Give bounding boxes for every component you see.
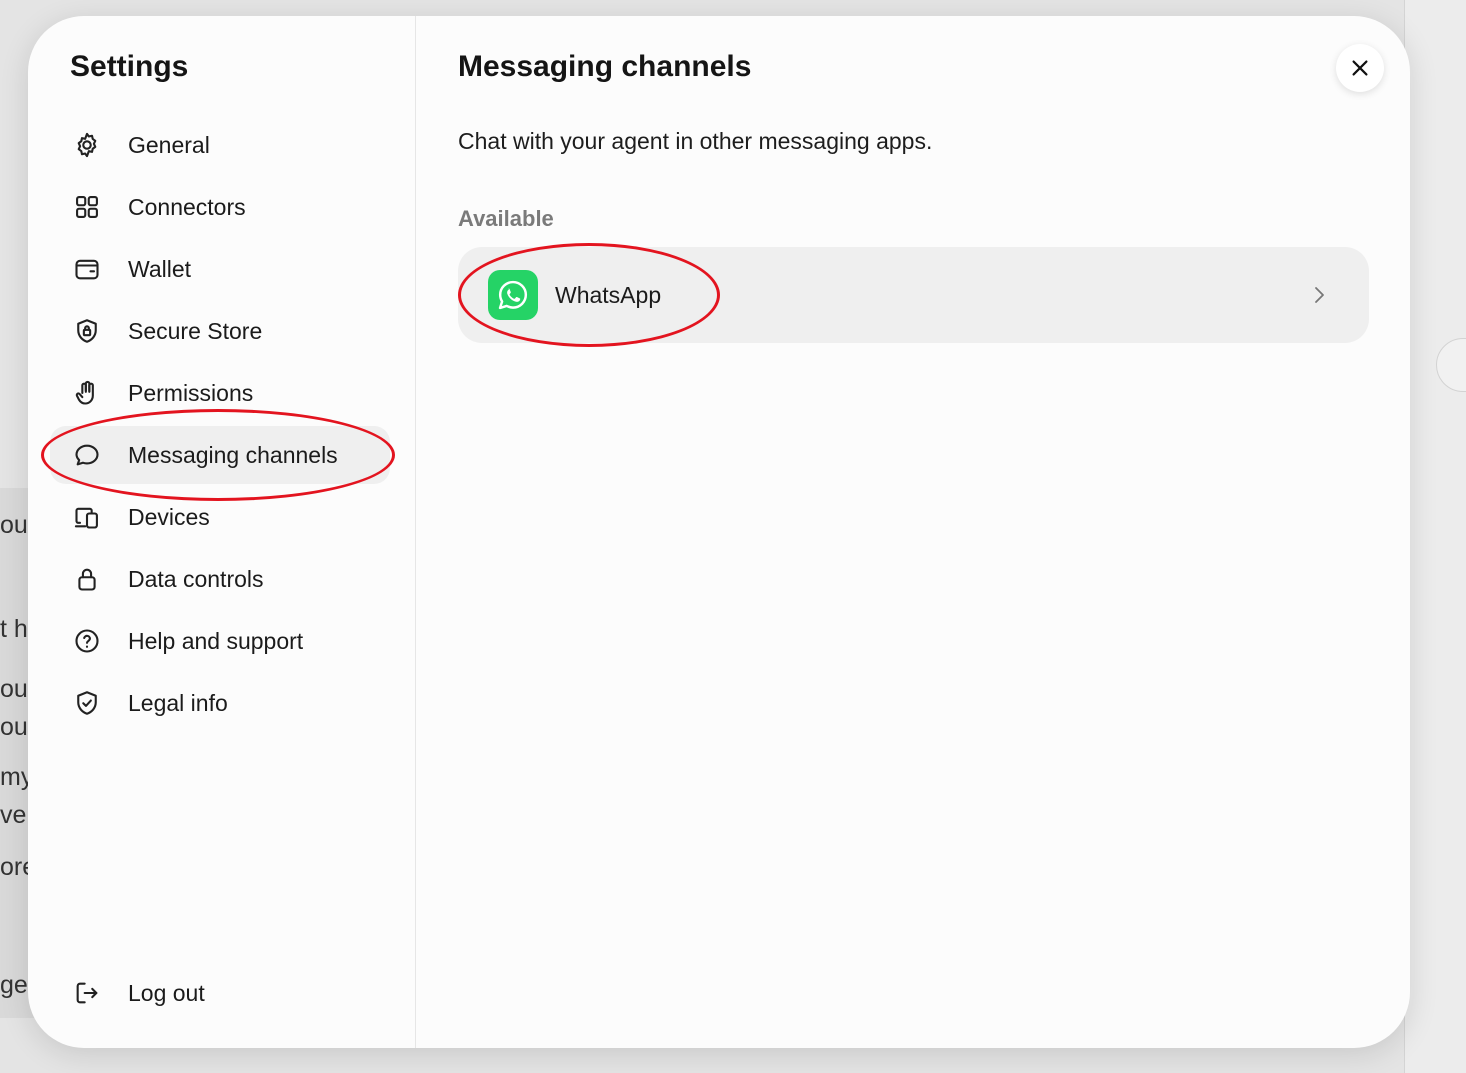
channel-row-whatsapp[interactable]: WhatsApp: [458, 247, 1369, 343]
wallet-icon: [72, 254, 102, 284]
sidebar-item-label: General: [128, 131, 210, 158]
sidebar-item-label: Permissions: [128, 379, 254, 406]
sidebar-item-data-controls[interactable]: Data controls: [50, 550, 390, 608]
sidebar-item-legal-info[interactable]: Legal info: [50, 674, 390, 732]
sidebar-item-devices[interactable]: Devices: [50, 488, 390, 546]
sidebar-item-permissions[interactable]: Permissions: [50, 364, 390, 422]
settings-content: Messaging channels Chat with your agent …: [416, 16, 1410, 1048]
whatsapp-icon: [488, 270, 538, 320]
sidebar-item-label: Connectors: [128, 193, 246, 220]
settings-nav: General Connectors Wallet Secure Store P…: [50, 116, 390, 736]
shield-check-icon: [72, 688, 102, 718]
close-button[interactable]: [1336, 44, 1384, 92]
logout-button[interactable]: Log out: [50, 964, 390, 1022]
chevron-right-icon: [1307, 283, 1331, 307]
sidebar-item-label: Devices: [128, 503, 210, 530]
grid-icon: [72, 192, 102, 222]
sidebar-item-connectors[interactable]: Connectors: [50, 178, 390, 236]
logout-label: Log out: [128, 979, 205, 1006]
page-title: Messaging channels: [458, 50, 752, 83]
sidebar-item-label: Wallet: [128, 255, 192, 282]
sidebar-item-label: Legal info: [128, 689, 228, 716]
close-icon: [1352, 60, 1368, 76]
sidebar-item-label: Secure Store: [128, 317, 263, 344]
hand-icon: [72, 378, 102, 408]
shield-lock-icon: [72, 316, 102, 346]
logout-section: Log out: [50, 964, 390, 1026]
settings-sidebar: Settings General Connectors Wallet Secur…: [28, 16, 416, 1048]
section-label-available: Available: [458, 206, 554, 231]
background-panel: [1404, 0, 1466, 1073]
lock-icon: [72, 564, 102, 594]
question-circle-icon: [72, 626, 102, 656]
logout-icon: [72, 978, 102, 1008]
sidebar-title: Settings: [70, 50, 189, 83]
sidebar-item-messaging-channels[interactable]: Messaging channels: [50, 426, 390, 484]
sidebar-item-label: Help and support: [128, 627, 304, 654]
chat-bubble-icon: [72, 440, 102, 470]
channel-name: WhatsApp: [555, 281, 662, 308]
sidebar-item-help-and-support[interactable]: Help and support: [50, 612, 390, 670]
sidebar-item-label: Messaging channels: [128, 441, 338, 468]
page-description: Chat with your agent in other messaging …: [458, 128, 933, 154]
sidebar-item-secure-store[interactable]: Secure Store: [50, 302, 390, 360]
settings-modal: Settings General Connectors Wallet Secur…: [28, 16, 1410, 1048]
sidebar-item-general[interactable]: General: [50, 116, 390, 174]
sidebar-item-wallet[interactable]: Wallet: [50, 240, 390, 298]
sidebar-item-label: Data controls: [128, 565, 264, 592]
gear-icon: [72, 130, 102, 160]
devices-icon: [72, 502, 102, 532]
